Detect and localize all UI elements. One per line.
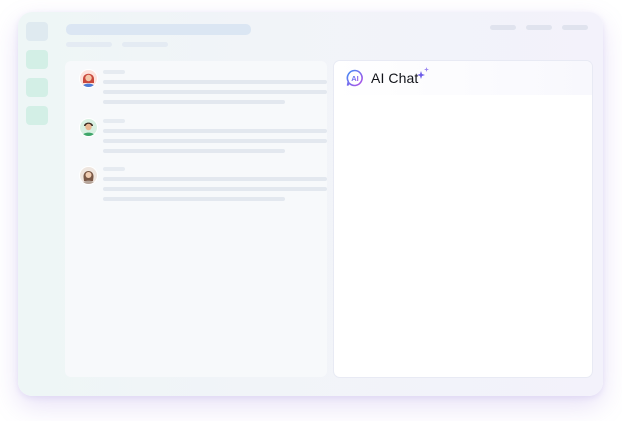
ai-chat-messages-area[interactable]: [334, 95, 592, 377]
avatar-woman-brown-hair: [79, 166, 98, 185]
toolbar-action-3[interactable]: [562, 25, 588, 30]
tab-placeholder-2[interactable]: [122, 42, 168, 47]
comments-panel: [65, 61, 327, 377]
toolbar-action-2[interactable]: [526, 25, 552, 30]
comment-author-placeholder: [103, 70, 125, 74]
sidebar-item-home[interactable]: [26, 22, 48, 41]
comment-item: [65, 118, 327, 158]
comment-text-line: [103, 100, 285, 104]
comment-text-line: [103, 197, 285, 201]
svg-text:AI: AI: [351, 74, 359, 83]
comment-author-placeholder: [103, 167, 125, 171]
comment-text-line: [103, 80, 327, 84]
ai-chat-title: AI Chat: [371, 70, 419, 86]
ai-logo-icon: AI: [346, 69, 364, 87]
toolbar-action-1[interactable]: [490, 25, 516, 30]
avatar-man-green-shirt: [79, 118, 98, 137]
sparkle-icon: [417, 66, 430, 79]
comment-text-line: [103, 139, 327, 143]
sidebar: [18, 12, 58, 396]
comment-text-line: [103, 90, 327, 94]
avatar-woman-red-hair: [79, 69, 98, 88]
comment-author-placeholder: [103, 119, 125, 123]
sidebar-item-3[interactable]: [26, 78, 48, 97]
ai-chat-panel: AI AI Chat: [334, 61, 592, 377]
sidebar-item-2[interactable]: [26, 50, 48, 69]
comment-text-line: [103, 149, 285, 153]
app-window: AI AI Chat: [18, 12, 603, 396]
page-title-placeholder: [66, 24, 251, 35]
comment-text-line: [103, 187, 327, 191]
comment-text-line: [103, 177, 327, 181]
comment-text-line: [103, 129, 327, 133]
sidebar-item-4[interactable]: [26, 106, 48, 125]
comment-item: [65, 166, 327, 206]
tab-placeholder-1[interactable]: [66, 42, 112, 47]
ai-chat-header: AI AI Chat: [334, 61, 592, 95]
comment-item: [65, 69, 327, 109]
